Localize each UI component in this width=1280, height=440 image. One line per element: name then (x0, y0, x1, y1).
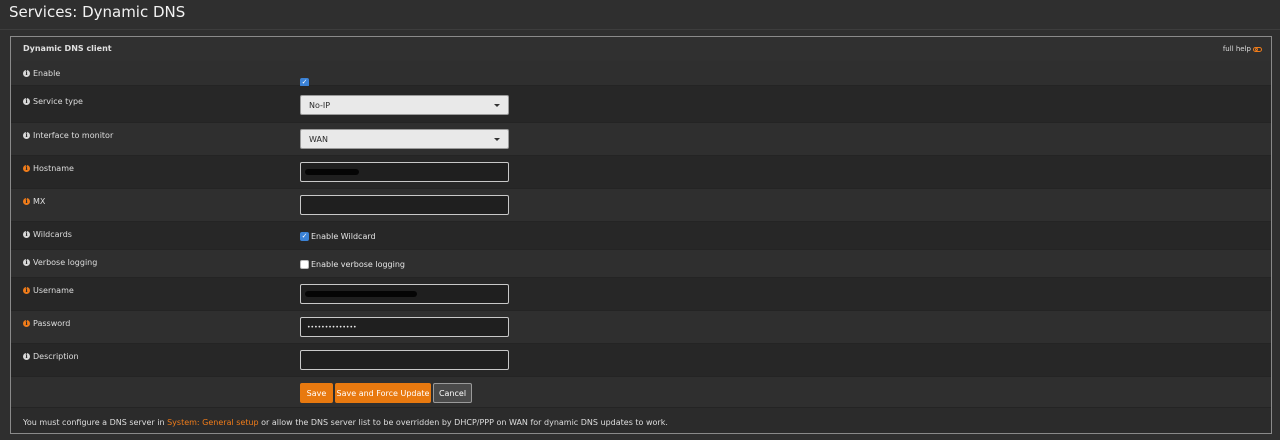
cancel-button[interactable]: Cancel (433, 383, 472, 403)
label-service-type: i Service type (23, 97, 83, 106)
label-hostname: i Hostname (23, 164, 74, 173)
panel-header: Dynamic DNS client full help (11, 37, 1271, 62)
info-circle-icon[interactable]: i (23, 259, 30, 266)
info-circle-required-icon[interactable]: i (23, 287, 30, 294)
mx-input[interactable] (300, 195, 509, 215)
username-input[interactable] (300, 284, 509, 304)
full-help-label: full help (1222, 45, 1251, 53)
label-verbose-logging: i Verbose logging (23, 258, 97, 267)
service-type-value: No-IP (309, 100, 331, 110)
info-circle-icon[interactable]: i (23, 98, 30, 105)
service-type-select[interactable]: No-IP (300, 95, 509, 115)
row-service-type: i Service type No-IP (11, 86, 1271, 123)
dynamic-dns-panel: Dynamic DNS client full help i Enable ✓ … (10, 36, 1272, 434)
panel-title: Dynamic DNS client (23, 44, 112, 53)
info-circle-required-icon[interactable]: i (23, 320, 30, 327)
redacted-hostname (305, 169, 359, 175)
row-description: i Description (11, 344, 1271, 377)
info-circle-icon[interactable]: i (23, 132, 30, 139)
wildcard-checkbox-label[interactable]: Enable Wildcard (311, 232, 376, 241)
interface-select[interactable]: WAN (300, 129, 509, 149)
toggle-icon (1253, 46, 1262, 52)
label-password: i Password (23, 319, 70, 328)
row-actions: Save Save and Force Update Cancel (11, 377, 1271, 408)
password-input[interactable]: •••••••••••••• (300, 317, 509, 337)
caret-down-icon (494, 103, 500, 107)
label-description: i Description (23, 352, 79, 361)
dns-server-note: You must configure a DNS server in Syste… (23, 418, 668, 427)
row-mx: i MX (11, 189, 1271, 222)
save-force-update-button[interactable]: Save and Force Update (335, 383, 431, 403)
row-password: i Password •••••••••••••• (11, 311, 1271, 344)
verbose-checkbox[interactable] (300, 260, 309, 269)
label-interface: i Interface to monitor (23, 131, 113, 140)
row-username: i Username (11, 278, 1271, 311)
wildcard-checkbox-wrap: ✓ Enable Wildcard (300, 232, 376, 241)
label-wildcards: i Wildcards (23, 230, 72, 239)
full-help-toggle[interactable]: full help (1223, 45, 1262, 53)
info-circle-required-icon[interactable]: i (23, 165, 30, 172)
row-verbose-logging: i Verbose logging Enable verbose logging (11, 250, 1271, 278)
row-interface: i Interface to monitor WAN (11, 123, 1271, 156)
checkmark-icon: ✓ (301, 232, 308, 240)
interface-value: WAN (309, 134, 328, 144)
row-wildcards: i Wildcards ✓ Enable Wildcard (11, 222, 1271, 250)
save-button[interactable]: Save (300, 383, 333, 403)
description-input[interactable] (300, 350, 509, 370)
info-circle-icon[interactable]: i (23, 231, 30, 238)
info-circle-icon[interactable]: i (23, 353, 30, 360)
label-enable: i Enable (23, 69, 60, 78)
wildcard-checkbox[interactable]: ✓ (300, 232, 309, 241)
verbose-checkbox-label[interactable]: Enable verbose logging (311, 260, 405, 269)
verbose-checkbox-wrap: Enable verbose logging (300, 260, 405, 269)
redacted-username (305, 291, 417, 297)
row-enable: i Enable ✓ (11, 61, 1271, 87)
info-circle-icon[interactable]: i (23, 70, 30, 77)
label-username: i Username (23, 286, 74, 295)
hostname-input[interactable] (300, 162, 509, 182)
info-circle-required-icon[interactable]: i (23, 198, 30, 205)
row-hostname: i Hostname (11, 156, 1271, 189)
label-mx: i MX (23, 197, 45, 206)
caret-down-icon (494, 137, 500, 141)
page-title: Services: Dynamic DNS (0, 0, 1280, 30)
system-general-setup-link[interactable]: System: General setup (167, 418, 259, 427)
